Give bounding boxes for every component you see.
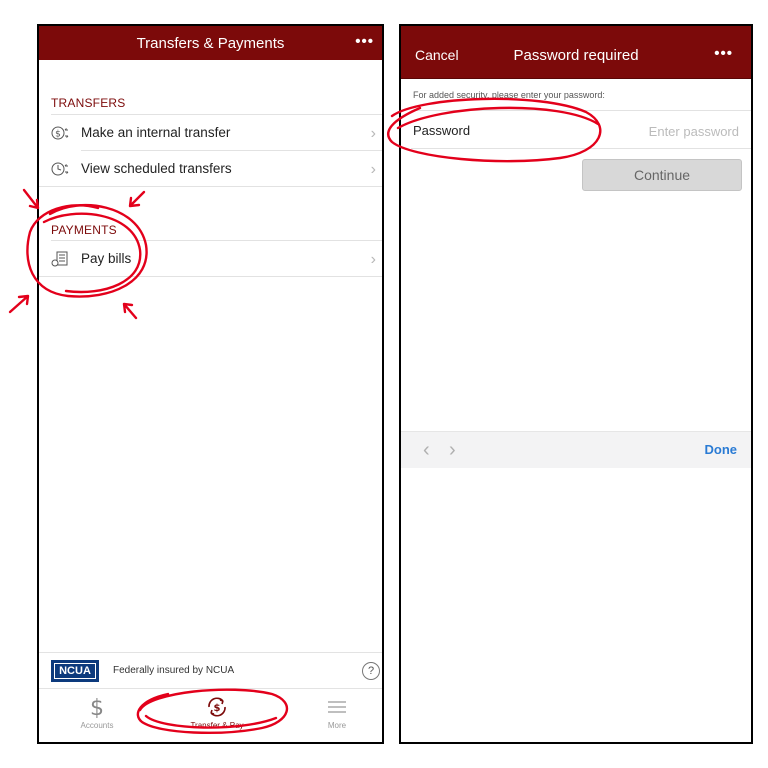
password-required-screen: Cancel Password required ••• For added s… [399, 24, 753, 744]
divider [39, 652, 382, 653]
tab-transfer-pay[interactable]: $ Transfer & Pay [172, 696, 262, 730]
top-nav-bar: Transfers & Payments ••• [39, 26, 382, 60]
chevron-right-icon: › [370, 251, 376, 268]
transfer-pay-icon: $ [208, 697, 226, 717]
tab-label: Accounts [80, 721, 114, 730]
pay-bills-label: Pay bills [81, 251, 132, 266]
clock-transfer-icon [51, 162, 69, 176]
svg-text:$: $ [55, 130, 61, 140]
tab-label: More [327, 721, 347, 730]
internal-transfer-label: Make an internal transfer [81, 125, 231, 140]
help-icon[interactable]: ? [362, 662, 380, 680]
svg-text:$: $ [214, 703, 221, 714]
security-hint: For added security, please enter your pa… [413, 90, 605, 100]
more-dots-icon[interactable]: ••• [355, 33, 374, 50]
ncua-logo: NCUA [51, 660, 99, 682]
divider [411, 110, 751, 111]
continue-button[interactable]: Continue [582, 159, 742, 191]
chevron-right-icon: › [370, 161, 376, 178]
divider [39, 276, 382, 277]
keyboard-done-button[interactable]: Done [705, 442, 738, 457]
divider [411, 148, 751, 149]
top-nav-bar: Cancel Password required ••• [401, 26, 751, 79]
divider [39, 688, 382, 689]
tab-more[interactable]: More [292, 696, 382, 730]
more-dots-icon[interactable]: ••• [714, 45, 733, 62]
svg-text:$: $ [90, 696, 104, 718]
internal-transfer-row[interactable]: $ Make an internal transfer › [39, 115, 382, 151]
chevron-right-icon: › [370, 125, 376, 142]
dollar-transfer-icon: $ [51, 126, 69, 140]
page-title: Password required [513, 47, 639, 64]
dollar-icon: $ [90, 696, 104, 718]
transfers-section-header: TRANSFERS [51, 96, 126, 110]
payments-section-header: PAYMENTS [51, 223, 117, 237]
tab-label: Transfer & Pay [190, 721, 244, 730]
scheduled-transfers-label: View scheduled transfers [81, 161, 232, 176]
bill-pay-icon [51, 251, 68, 267]
annotation-arrow [8, 294, 30, 314]
annotation-arrow [22, 188, 40, 210]
page-title: Transfers & Payments [136, 35, 285, 52]
divider [39, 186, 382, 187]
next-field-icon[interactable]: › [449, 439, 456, 462]
keyboard-toolbar: ‹ › Done [401, 431, 751, 468]
password-field[interactable] [587, 120, 741, 142]
previous-field-icon[interactable]: ‹ [423, 439, 430, 462]
tab-accounts[interactable]: $ Accounts [52, 696, 142, 730]
scheduled-transfers-row[interactable]: View scheduled transfers › [39, 151, 382, 187]
pay-bills-row[interactable]: Pay bills › [39, 241, 382, 277]
hamburger-menu-icon [328, 701, 346, 713]
password-label: Password [413, 123, 471, 138]
transfers-payments-screen: Transfers & Payments ••• TRANSFERS $ Mak… [37, 24, 384, 744]
ncua-insured-text: Federally insured by NCUA [113, 665, 235, 676]
